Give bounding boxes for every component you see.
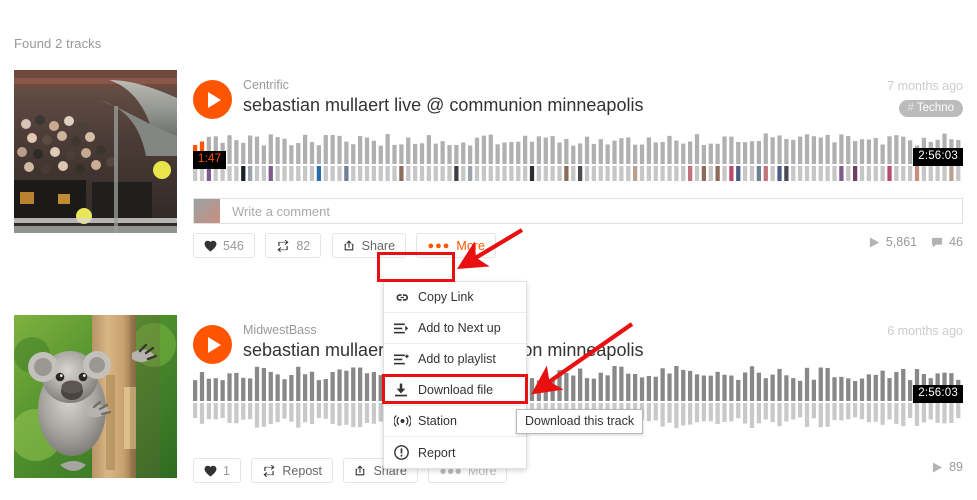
koala-on-tree-photo-image (14, 315, 177, 478)
menu-item-label: Download file (418, 383, 494, 397)
like-count: 1 (223, 463, 230, 478)
track-title[interactable]: sebastian mullaert live @ communion minn… (243, 94, 643, 117)
repost-count: 82 (296, 238, 311, 253)
play-small-icon (933, 461, 943, 473)
genre-tag-label: Techno (916, 102, 954, 114)
share-label: Share (361, 238, 396, 253)
track-timestamp: 6 months ago (887, 324, 963, 338)
play-count-value: 5,861 (885, 235, 918, 249)
hash-icon: # (907, 102, 914, 114)
play-icon (208, 91, 221, 108)
play-button[interactable] (193, 325, 232, 364)
menu-item-report[interactable]: Report (384, 437, 526, 468)
menu-item-add-to-playlist[interactable]: Add to playlist (384, 344, 526, 375)
play-button[interactable] (193, 80, 232, 119)
play-count: 89 (932, 460, 963, 474)
heart-icon (204, 465, 217, 476)
menu-item-label: Station (418, 414, 457, 428)
results-count-label: Found 2 tracks (14, 36, 102, 51)
waveform-canvas[interactable] (193, 128, 963, 186)
menu-item-download-file[interactable]: Download file (384, 375, 526, 406)
queue-next-icon (394, 322, 418, 335)
like-button[interactable]: 546 (193, 233, 255, 258)
menu-item-label: Add to Next up (418, 321, 501, 335)
track-actions: 546 82 Share ●●● More (193, 233, 502, 258)
more-button[interactable]: ●●● More (416, 233, 496, 258)
comment-icon (932, 237, 943, 248)
track-item: Centrific sebastian mullaert live @ comm… (0, 70, 977, 292)
like-count: 546 (223, 238, 244, 253)
repost-icon (277, 239, 289, 252)
waveform[interactable]: 1:47 2:56:03 (193, 128, 963, 186)
play-count: 5,861 (869, 235, 917, 249)
duration-badge: 2:56:03 (913, 148, 963, 166)
menu-item-copy-link[interactable]: Copy Link (384, 282, 526, 313)
track-right-meta: 7 months ago # Techno (887, 78, 963, 117)
share-icon (356, 465, 365, 476)
comment-count: 46 (931, 235, 963, 249)
download-tooltip: Download this track (516, 409, 644, 434)
repost-button[interactable]: 82 (265, 233, 322, 258)
station-icon (394, 415, 418, 427)
download-icon (394, 383, 418, 397)
menu-item-label: Report (418, 445, 456, 460)
play-small-icon (869, 236, 879, 248)
track-artwork[interactable] (14, 70, 177, 233)
tag-row: # Techno (887, 98, 963, 117)
more-label: More (456, 238, 485, 253)
avatar (194, 199, 220, 223)
share-button[interactable]: Share (331, 233, 407, 258)
track-stats: 5,861 46 (869, 235, 963, 249)
repost-label: Repost (282, 463, 323, 478)
track-right-meta: 6 months ago (887, 323, 963, 339)
search-results-page: Found 2 tracks Centrific sebastian mulla… (0, 0, 977, 500)
menu-item-label: Copy Link (418, 290, 474, 304)
like-button[interactable]: 1 (193, 458, 241, 483)
duration-badge: 2:56:03 (913, 385, 963, 403)
comment-box[interactable] (193, 198, 963, 224)
more-dropdown-menu: Copy Link Add to Next up Add to playlist… (383, 281, 527, 469)
progress-time-badge: 1:47 (193, 151, 227, 169)
play-icon (208, 336, 221, 353)
menu-item-add-to-next-up[interactable]: Add to Next up (384, 313, 526, 344)
track-meta: Centrific sebastian mullaert live @ comm… (243, 78, 643, 117)
menu-item-label: Add to playlist (418, 352, 496, 366)
repost-button[interactable]: Repost (251, 458, 334, 483)
menu-item-station[interactable]: Station (384, 406, 526, 437)
play-count-value: 89 (949, 460, 963, 474)
dots-icon: ●●● (427, 239, 451, 252)
heart-icon (204, 240, 217, 251)
repost-icon (263, 464, 275, 477)
comment-input[interactable] (220, 199, 962, 223)
track-artwork[interactable] (14, 315, 177, 478)
track-username[interactable]: Centrific (243, 78, 643, 93)
track-stats: 89 (932, 460, 963, 474)
report-icon (394, 445, 418, 460)
link-icon (394, 292, 418, 303)
genre-tag[interactable]: # Techno (898, 100, 963, 117)
crowd-festival-photo-image (14, 70, 177, 233)
playlist-add-icon (394, 353, 418, 366)
track-timestamp: 7 months ago (887, 79, 963, 93)
comment-count-value: 46 (949, 235, 963, 249)
waveform-bars (193, 133, 961, 181)
share-icon (344, 240, 353, 251)
